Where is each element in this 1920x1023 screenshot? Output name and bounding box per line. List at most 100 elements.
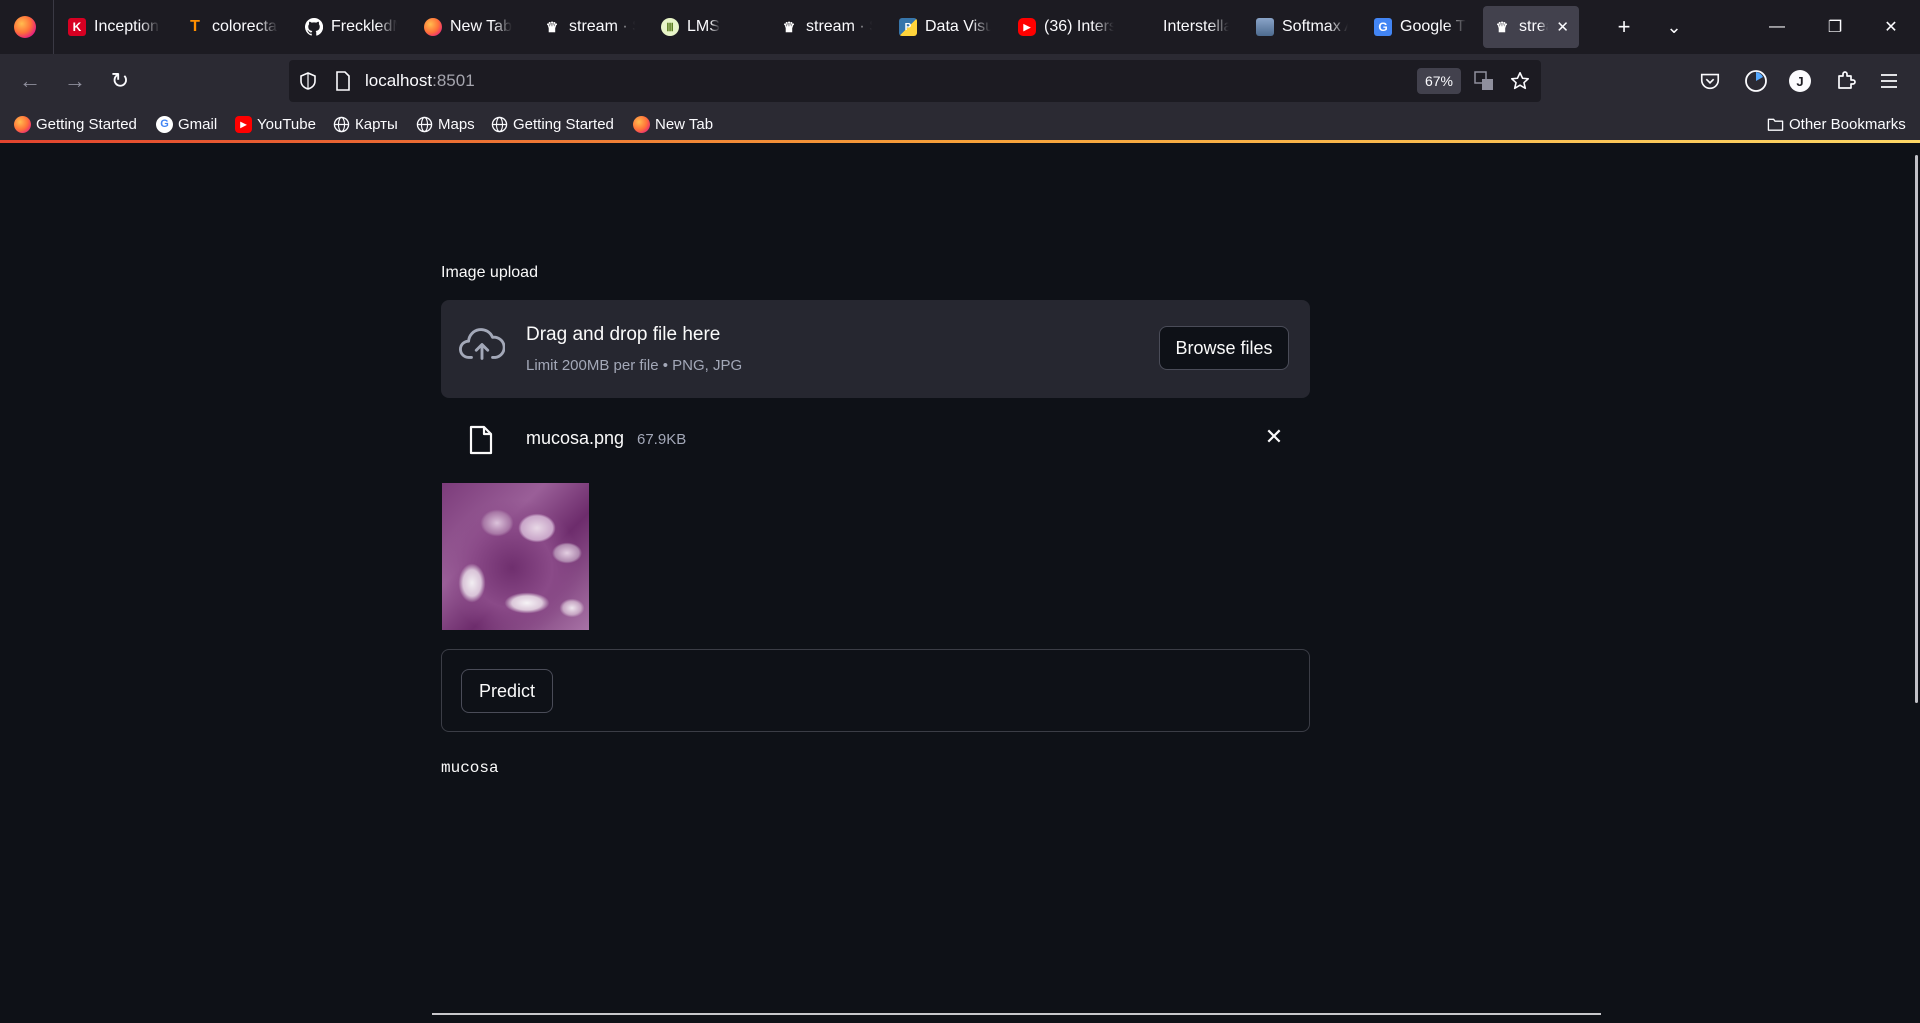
url-host: localhost xyxy=(365,71,433,90)
bookmarks-toolbar: Getting Started G Gmail ▶ YouTube Карты … xyxy=(0,107,1920,140)
tab-freckled[interactable]: FreckledM xyxy=(305,6,397,48)
blank-icon xyxy=(1137,18,1155,36)
firefox-icon xyxy=(14,115,31,133)
tab-streamlit-active[interactable]: ♛ stream ✕ xyxy=(1483,6,1579,48)
tab-title: Softmax A xyxy=(1282,18,1348,35)
tab-interstellar[interactable]: Interstella xyxy=(1137,6,1229,48)
globe-icon xyxy=(333,116,350,132)
bookmark-getting-started[interactable]: Getting Started xyxy=(14,113,137,135)
tab-title: Data Visu xyxy=(925,18,991,35)
menu-hamburger-icon[interactable] xyxy=(1879,71,1899,91)
bookmark-youtube[interactable]: ▶ YouTube xyxy=(235,113,316,135)
url-text[interactable]: localhost:8501 xyxy=(365,71,475,91)
folder-icon xyxy=(1767,118,1784,131)
github-icon xyxy=(305,18,323,36)
uploaded-file-name: mucosa.png xyxy=(526,428,625,448)
address-bar[interactable]: localhost:8501 67% xyxy=(289,60,1541,102)
file-dropzone[interactable]: Drag and drop file here Limit 200MB per … xyxy=(441,300,1310,398)
close-window-button[interactable]: ✕ xyxy=(1876,12,1906,42)
tab-title: Interstella xyxy=(1163,18,1229,35)
bookmark-maps[interactable]: Maps xyxy=(416,113,475,135)
tab-title: stream xyxy=(1519,18,1548,35)
tab-title: stream · S xyxy=(806,18,872,35)
streamlit-crown-icon: ♛ xyxy=(545,18,559,35)
bookmark-karty[interactable]: Карты xyxy=(333,113,398,135)
page-scrollbar[interactable] xyxy=(1912,143,1920,1023)
firefox-icon xyxy=(424,18,442,36)
minimize-button[interactable]: — xyxy=(1762,12,1792,42)
cloud-upload-icon xyxy=(459,328,505,360)
tab-title: InceptionV xyxy=(94,18,160,35)
back-button[interactable]: ← xyxy=(15,66,45,96)
prediction-result: mucosa xyxy=(441,759,499,777)
forward-button[interactable]: → xyxy=(60,66,90,96)
tab-title: stream · S xyxy=(569,18,635,35)
tab-google-translate[interactable]: G Google Tr xyxy=(1374,6,1466,48)
other-bookmarks[interactable]: Other Bookmarks xyxy=(1767,113,1906,135)
tab-lms[interactable]: Ⅲ LMS xyxy=(661,6,753,48)
tab-streamlit-2[interactable]: ♛ stream · S xyxy=(780,6,872,48)
tab-title: New Tab xyxy=(450,18,512,35)
account-avatar-icon[interactable]: J xyxy=(1789,70,1811,92)
streamlit-crown-icon: ♛ xyxy=(1495,18,1509,35)
list-all-tabs-button[interactable]: ⌄ xyxy=(1661,14,1687,40)
close-tab-icon[interactable]: ✕ xyxy=(1556,18,1569,36)
remove-file-icon[interactable]: ✕ xyxy=(1261,424,1287,450)
tab-title: colorectal xyxy=(212,18,278,35)
page-icon[interactable] xyxy=(335,71,351,91)
bookmark-getting-started-2[interactable]: Getting Started xyxy=(491,113,614,135)
scrollbar-thumb[interactable] xyxy=(1915,155,1918,703)
youtube-icon: ▶ xyxy=(235,115,252,133)
google-icon: G xyxy=(156,115,173,133)
globe-icon xyxy=(416,116,433,132)
dropzone-subtitle: Limit 200MB per file • PNG, JPG xyxy=(526,357,743,374)
firefox-icon xyxy=(633,115,650,133)
tab-title: FreckledM xyxy=(331,18,397,35)
dropzone-title: Drag and drop file here xyxy=(526,324,721,345)
bookmark-gmail[interactable]: G Gmail xyxy=(156,113,217,135)
bookmark-label: Getting Started xyxy=(36,115,137,133)
reload-button[interactable]: ↻ xyxy=(105,66,135,96)
bookmark-label: Maps xyxy=(438,115,475,133)
google-translate-icon: G xyxy=(1374,18,1392,36)
uploaded-image-preview xyxy=(442,483,589,630)
tab-colorectal[interactable]: T colorectal xyxy=(186,6,278,48)
bookmark-label: Getting Started xyxy=(513,115,614,133)
tab-title: Google Tr xyxy=(1400,18,1466,35)
shield-icon[interactable] xyxy=(298,71,318,91)
tab-inception[interactable]: K InceptionV xyxy=(68,6,160,48)
globe-icon xyxy=(491,116,508,132)
extension-timer-icon[interactable] xyxy=(1744,69,1768,93)
file-icon xyxy=(469,425,493,455)
tab-new-tab[interactable]: New Tab xyxy=(424,6,516,48)
extensions-puzzle-icon[interactable] xyxy=(1834,69,1858,93)
page-content: Image upload Drag and drop file here Lim… xyxy=(0,143,1920,1023)
translate-icon[interactable] xyxy=(1474,71,1494,91)
predict-form: Predict xyxy=(441,649,1310,732)
tab-data-visu[interactable]: P Data Visu xyxy=(899,6,991,48)
pocket-icon[interactable] xyxy=(1699,70,1721,92)
uploader-label: Image upload xyxy=(441,264,538,281)
tab-softmax[interactable]: Softmax A xyxy=(1256,6,1348,48)
predict-button[interactable]: Predict xyxy=(461,669,553,713)
new-tab-button[interactable]: + xyxy=(1611,14,1637,40)
bookmark-new-tab[interactable]: New Tab xyxy=(633,113,713,135)
page-bottom-divider xyxy=(432,1013,1601,1015)
tab-youtube[interactable]: ▶ (36) Inters xyxy=(1018,6,1114,48)
tab-strip-divider xyxy=(53,0,54,54)
browse-files-button[interactable]: Browse files xyxy=(1159,326,1289,370)
k-red-icon: K xyxy=(68,18,86,36)
streamlit-crown-icon: ♛ xyxy=(782,18,796,35)
zoom-level-badge[interactable]: 67% xyxy=(1417,68,1461,94)
tab-title: (36) Inters xyxy=(1044,18,1114,35)
restore-button[interactable]: ❐ xyxy=(1820,12,1850,42)
bookmark-label: Карты xyxy=(355,115,398,133)
bookmark-star-icon[interactable] xyxy=(1509,70,1531,92)
bookmark-label: Other Bookmarks xyxy=(1789,115,1906,133)
bookmark-label: YouTube xyxy=(257,115,316,133)
image-icon xyxy=(1256,18,1274,36)
tab-streamlit-1[interactable]: ♛ stream · S xyxy=(543,6,635,48)
uploaded-file-row: mucosa.png 67.9KB ✕ xyxy=(441,413,1310,469)
uploaded-file-size: 67.9KB xyxy=(637,431,687,448)
firefox-logo-icon[interactable] xyxy=(14,16,36,38)
